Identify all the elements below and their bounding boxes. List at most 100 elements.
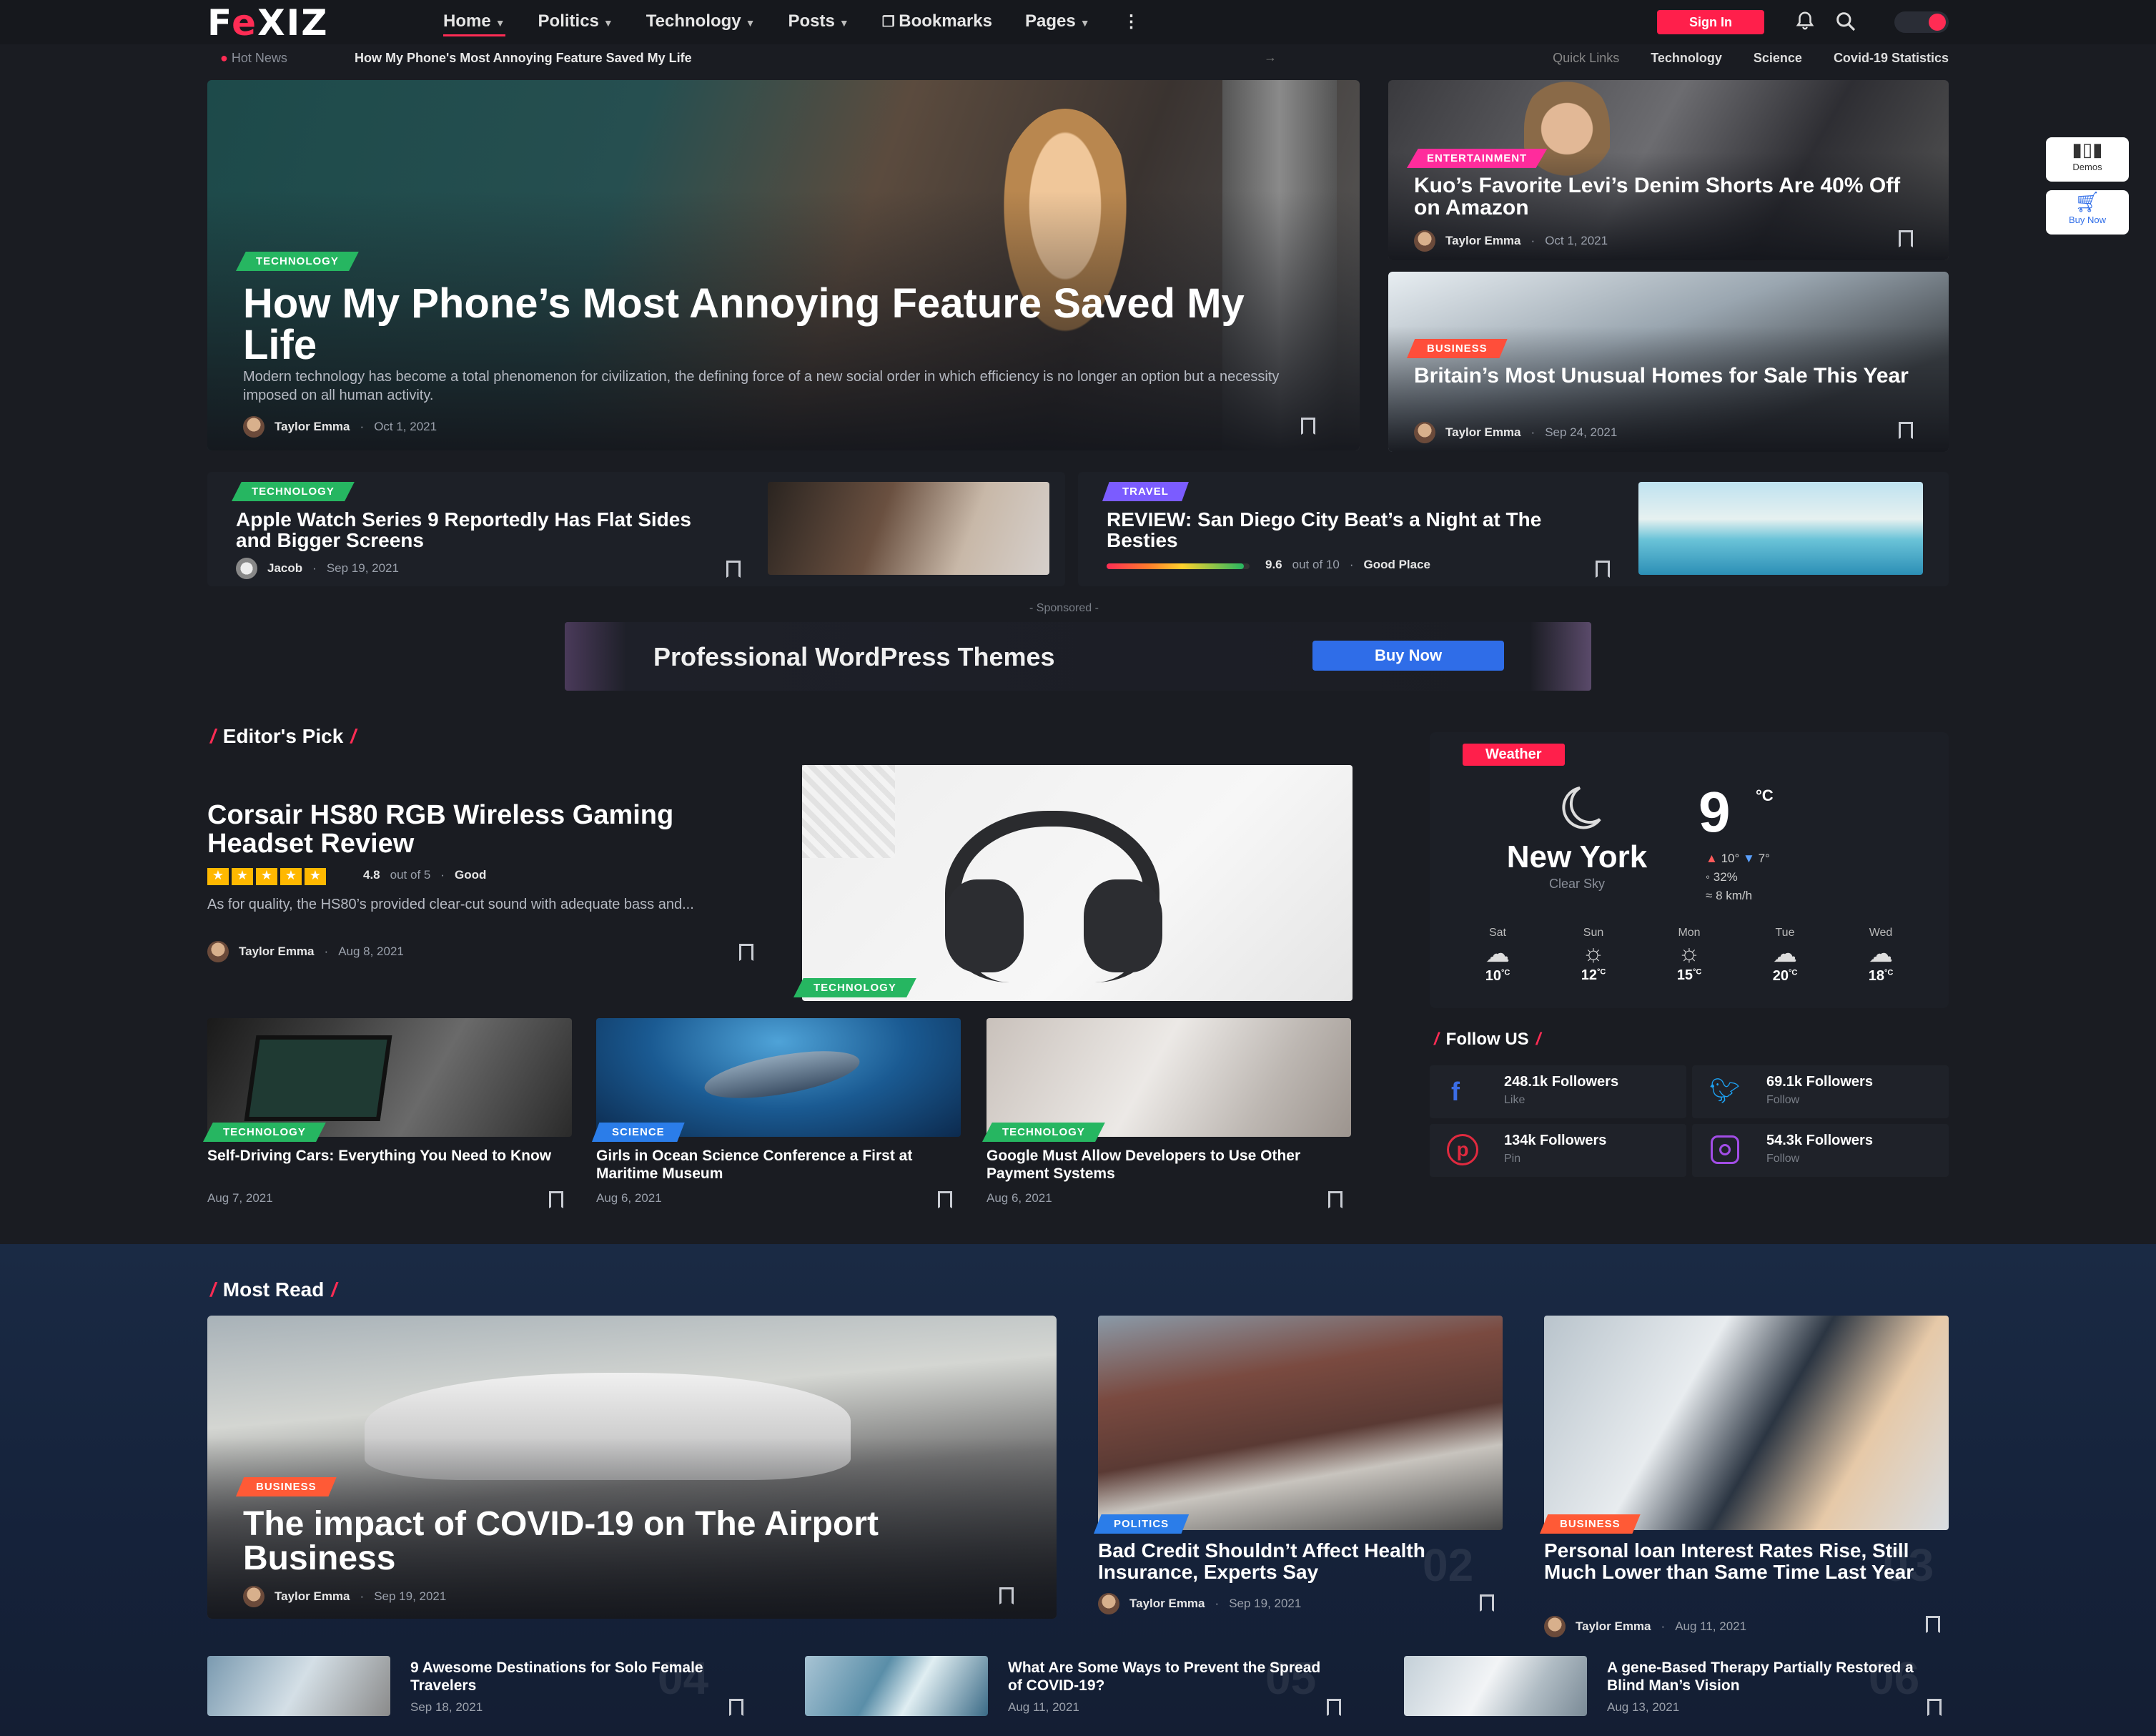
side-post-1[interactable]: ENTERTAINMENT Kuo’s Favorite Levi’s Deni… (1388, 80, 1949, 260)
post-image (1098, 1316, 1503, 1530)
most-read-big-post[interactable]: BUSINESS The impact of COVID-19 on The A… (207, 1316, 1057, 1619)
editors-card-2[interactable]: SCIENCE Girls in Ocean Science Conferenc… (592, 1018, 961, 1218)
cloud-icon: ☁ (1869, 940, 1893, 967)
nav-home[interactable]: Home ▼ (443, 11, 505, 36)
bookmark-icon[interactable] (726, 561, 741, 578)
hot-news-link[interactable]: How My Phone's Most Annoying Feature Sav… (355, 51, 692, 66)
nav-politics[interactable]: Politics ▼ (538, 11, 613, 36)
post-thumbnail[interactable] (768, 482, 1049, 575)
site-logo[interactable]: FeXIZ (207, 3, 328, 43)
quick-link-science[interactable]: Science (1754, 51, 1802, 66)
category-tag[interactable]: TECHNOLOGY (236, 252, 359, 271)
post-thumbnail[interactable] (1638, 482, 1923, 575)
post-title[interactable]: Apple Watch Series 9 Reportedly Has Flat… (236, 509, 722, 551)
category-tag[interactable]: TRAVEL (1102, 482, 1189, 501)
most-read-small-4[interactable]: 9 Awesome Destinations for Solo Female T… (207, 1652, 751, 1719)
category-tag[interactable]: TECHNOLOGY (203, 1123, 326, 1142)
author-name[interactable]: Taylor Emma (275, 420, 350, 434)
hero-post[interactable]: TECHNOLOGY How My Phone’s Most Annoying … (207, 80, 1360, 450)
category-tag[interactable]: TECHNOLOGY (793, 978, 916, 997)
avatar[interactable] (243, 1586, 264, 1607)
avatar[interactable] (207, 941, 229, 962)
category-tag[interactable]: SCIENCE (592, 1123, 685, 1142)
dark-mode-toggle[interactable] (1894, 11, 1949, 33)
nav-technology[interactable]: Technology ▼ (646, 11, 756, 36)
ad-banner[interactable]: Professional WordPress Themes Buy Now (565, 622, 1591, 691)
category-tag[interactable]: BUSINESS (236, 1477, 337, 1496)
bookmark-icon[interactable] (1327, 1699, 1341, 1716)
hero-title[interactable]: How My Phone’s Most Annoying Feature Sav… (243, 283, 1301, 366)
post-meta: Taylor Emma · Aug 8, 2021 (207, 941, 404, 962)
quick-link-technology[interactable]: Technology (1651, 51, 1722, 66)
author-name[interactable]: Taylor Emma (1576, 1619, 1651, 1634)
demos-label: Demos (2072, 162, 2102, 172)
arrow-right-icon[interactable]: → (1264, 50, 1277, 65)
post-title[interactable]: Girls in Ocean Science Conference a Firs… (596, 1147, 961, 1183)
bookmark-icon[interactable] (549, 1191, 563, 1208)
most-read-small-6[interactable]: A gene-Based Therapy Partially Restored … (1404, 1652, 1949, 1719)
author-name[interactable]: Taylor Emma (239, 945, 315, 959)
bookmark-icon[interactable] (739, 944, 753, 961)
avatar[interactable] (236, 558, 257, 579)
author-name[interactable]: Taylor Emma (1129, 1597, 1205, 1611)
more-menu-button[interactable]: ⋮ (1123, 11, 1140, 36)
post-title[interactable]: Britain’s Most Unusual Homes for Sale Th… (1414, 365, 1929, 387)
post-title[interactable]: The impact of COVID-19 on The Airport Bu… (243, 1507, 1029, 1576)
category-tag[interactable]: BUSINESS (1540, 1514, 1641, 1534)
category-tag[interactable]: ENTERTAINMENT (1407, 149, 1548, 168)
editors-feature-post[interactable]: Corsair HS80 RGB Wireless Gaming Headset… (207, 765, 1353, 1001)
buy-now-button[interactable]: Buy Now (1312, 641, 1504, 671)
avatar[interactable] (1544, 1616, 1566, 1637)
post-title[interactable]: Google Must Allow Developers to Use Othe… (986, 1147, 1351, 1183)
nav-posts[interactable]: Posts ▼ (788, 11, 849, 36)
demos-button[interactable]: ▮▯▮ Demos (2046, 137, 2129, 182)
list-post-2[interactable]: TRAVEL REVIEW: San Diego City Beat’s a N… (1078, 472, 1949, 586)
post-date: Aug 6, 2021 (596, 1191, 662, 1205)
search-icon[interactable] (1834, 10, 1857, 39)
post-title[interactable]: Self-Driving Cars: Everything You Need t… (207, 1147, 572, 1165)
social-facebook[interactable]: f 248.1k Followers Like (1430, 1065, 1686, 1118)
editors-card-1[interactable]: TECHNOLOGY Self-Driving Cars: Everything… (203, 1018, 572, 1218)
social-twitter[interactable]: 🐦︎ 69.1k Followers Follow (1692, 1065, 1949, 1118)
nav-bookmarks[interactable]: ❐ Bookmarks (882, 11, 992, 36)
author-name[interactable]: Taylor Emma (275, 1589, 350, 1604)
quick-link-covid[interactable]: Covid-19 Statistics (1834, 51, 1949, 66)
post-image[interactable] (802, 765, 1353, 1001)
post-title[interactable]: Corsair HS80 RGB Wireless Gaming Headset… (207, 801, 708, 858)
post-meta: Taylor Emma · Oct 1, 2021 (1414, 230, 1608, 252)
avatar[interactable] (1098, 1593, 1119, 1614)
bookmark-icon[interactable] (938, 1191, 952, 1208)
author-name[interactable]: Taylor Emma (1445, 425, 1521, 440)
social-pinterest[interactable]: p 134k Followers Pin (1430, 1124, 1686, 1177)
sign-in-button[interactable]: Sign In (1657, 10, 1764, 34)
bookmark-icon[interactable] (1596, 561, 1610, 578)
most-read-post-3[interactable]: BUSINESS Personal loan Interest Rates Ri… (1540, 1316, 1949, 1640)
avatar[interactable] (1414, 422, 1435, 443)
post-thumbnail (805, 1656, 988, 1716)
author-name[interactable]: Taylor Emma (1445, 234, 1521, 248)
bookmark-icon[interactable] (1328, 1191, 1342, 1208)
category-tag[interactable]: TECHNOLOGY (982, 1123, 1105, 1142)
bookmark-icon[interactable] (1927, 1699, 1942, 1716)
most-read-small-5[interactable]: What Are Some Ways to Prevent the Spread… (805, 1652, 1348, 1719)
avatar[interactable] (1414, 230, 1435, 252)
post-date: Aug 8, 2021 (338, 945, 404, 958)
most-read-post-2[interactable]: POLITICS Bad Credit Shouldn’t Affect Hea… (1094, 1316, 1503, 1619)
post-title[interactable]: REVIEW: San Diego City Beat’s a Night at… (1107, 509, 1607, 551)
bookmark-icon[interactable] (729, 1699, 743, 1716)
bookmark-icon[interactable] (1926, 1616, 1940, 1633)
post-title[interactable]: Kuo’s Favorite Levi’s Denim Shorts Are 4… (1414, 174, 1929, 219)
side-post-2[interactable]: BUSINESS Britain’s Most Unusual Homes fo… (1388, 272, 1949, 452)
category-tag[interactable]: TECHNOLOGY (232, 482, 355, 501)
nav-pages[interactable]: Pages ▼ (1025, 11, 1090, 36)
list-post-1[interactable]: TECHNOLOGY Apple Watch Series 9 Reported… (207, 472, 1065, 586)
notification-bell-icon[interactable] (1794, 10, 1816, 37)
category-tag[interactable]: POLITICS (1094, 1514, 1190, 1534)
avatar[interactable] (243, 416, 264, 438)
social-instagram[interactable]: 54.3k Followers Follow (1692, 1124, 1949, 1177)
category-tag[interactable]: BUSINESS (1407, 339, 1508, 358)
floating-buy-button[interactable]: 🛒︎ Buy Now (2046, 190, 2129, 235)
author-name[interactable]: Jacob (267, 561, 302, 576)
bookmark-icon[interactable] (1480, 1594, 1494, 1612)
editors-card-3[interactable]: TECHNOLOGY Google Must Allow Developers … (982, 1018, 1351, 1218)
